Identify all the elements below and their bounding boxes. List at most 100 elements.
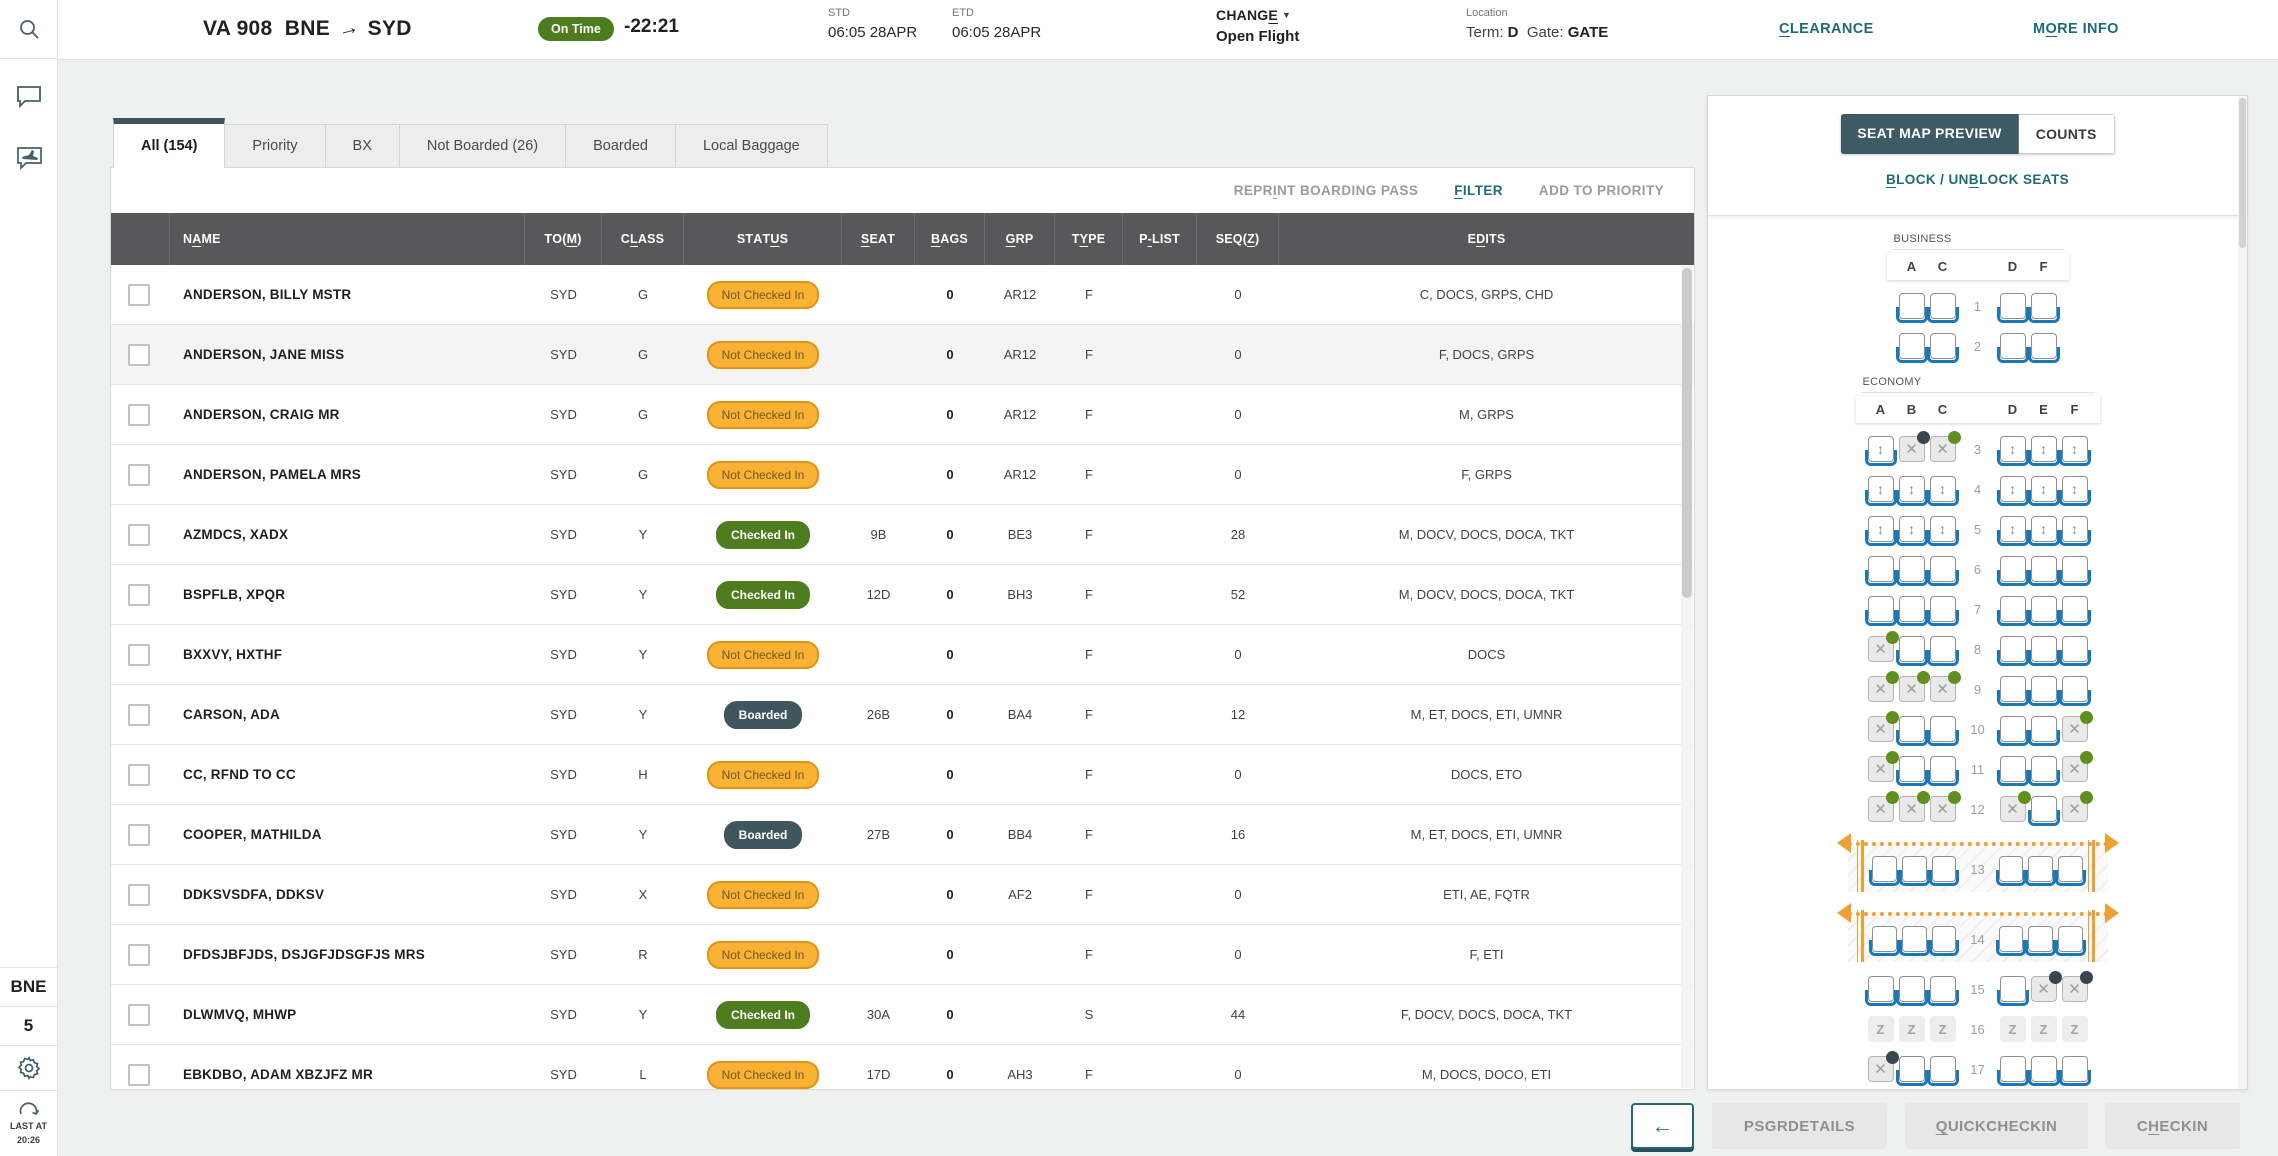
seat-4C[interactable]: ↕ <box>1930 476 1956 502</box>
table-row[interactable]: ANDERSON, CRAIG MRSYDGNot Checked In0AR1… <box>111 385 1694 445</box>
seat-7B[interactable] <box>1899 596 1925 622</box>
seat-6B[interactable] <box>1899 556 1925 582</box>
seat-7E[interactable] <box>2031 596 2057 622</box>
column-header-name[interactable]: NAME <box>170 213 525 265</box>
column-header-status[interactable]: STATUS <box>684 213 842 265</box>
seat-9A[interactable]: ✕ <box>1868 676 1894 702</box>
seat-14C[interactable] <box>1932 926 1957 952</box>
seatmap-scrollbar-thumb[interactable] <box>2239 98 2246 248</box>
seat-13E[interactable] <box>2028 856 2053 882</box>
seat-9D[interactable] <box>2000 676 2026 702</box>
seat-7D[interactable] <box>2000 596 2026 622</box>
seat-2F[interactable] <box>2031 333 2057 359</box>
quick-check-in-button[interactable]: QUICK CHECK IN <box>1905 1103 2088 1149</box>
table-row[interactable]: CC, RFND TO CCSYDHNot Checked In0F0DOCS,… <box>111 745 1694 805</box>
row-checkbox[interactable] <box>128 404 150 426</box>
list-scrollbar[interactable] <box>1681 266 1693 1088</box>
seat-1C[interactable] <box>1930 293 1956 319</box>
seat-7F[interactable] <box>2062 596 2088 622</box>
seat-13F[interactable] <box>2058 856 2083 882</box>
seat-17D[interactable] <box>2000 1056 2026 1082</box>
seat-12E[interactable] <box>2031 796 2057 822</box>
seat-15A[interactable] <box>1868 976 1894 1002</box>
column-header-class[interactable]: CLASS <box>602 213 684 265</box>
seat-3D[interactable]: ↕ <box>2000 436 2026 462</box>
more-info-button[interactable]: MORE INFO <box>2033 21 2119 37</box>
seat-10D[interactable] <box>2000 716 2026 742</box>
change-dropdown[interactable]: CHANGE ▼ <box>1216 7 1299 23</box>
seat-2C[interactable] <box>1930 333 1956 359</box>
seat-12C[interactable]: ✕ <box>1930 796 1956 822</box>
seat-17B[interactable] <box>1899 1056 1925 1082</box>
column-header-seat[interactable]: SEAT <box>842 213 915 265</box>
table-row[interactable]: COOPER, MATHILDASYDYBoarded27B0BB4F16M, … <box>111 805 1694 865</box>
seat-12D[interactable]: ✕ <box>2000 796 2026 822</box>
seat-14B[interactable] <box>1902 926 1927 952</box>
seat-9C[interactable]: ✕ <box>1930 676 1956 702</box>
seat-9F[interactable] <box>2062 676 2088 702</box>
seat-13B[interactable] <box>1902 856 1927 882</box>
row-checkbox[interactable] <box>128 524 150 546</box>
seat-8D[interactable] <box>2000 636 2026 662</box>
seat-3C[interactable]: ✕ <box>1930 436 1956 462</box>
tab-boarded[interactable]: Boarded <box>565 124 676 168</box>
column-header-edits[interactable]: EDITS <box>1279 213 1694 265</box>
seat-15F[interactable]: ✕ <box>2062 976 2088 1002</box>
row-checkbox[interactable] <box>128 344 150 366</box>
column-header-seq-z-[interactable]: SEQ (Z) <box>1197 213 1279 265</box>
seat-10A[interactable]: ✕ <box>1868 716 1894 742</box>
seat-6C[interactable] <box>1930 556 1956 582</box>
check-in-button[interactable]: CHECK IN <box>2105 1103 2240 1149</box>
action-add-to-priority[interactable]: ADD TO PRIORITY <box>1539 183 1664 198</box>
column-header-grp[interactable]: GRP <box>985 213 1055 265</box>
row-checkbox[interactable] <box>128 824 150 846</box>
seat-7A[interactable] <box>1868 596 1894 622</box>
seat-10C[interactable] <box>1930 716 1956 742</box>
seat-9B[interactable]: ✕ <box>1899 676 1925 702</box>
seat-4A[interactable]: ↕ <box>1868 476 1894 502</box>
seat-8E[interactable] <box>2031 636 2057 662</box>
action-filter[interactable]: FILTER <box>1454 183 1503 198</box>
seat-12F[interactable]: ✕ <box>2062 796 2088 822</box>
tab-bx[interactable]: BX <box>325 124 400 168</box>
settings-button[interactable] <box>0 1045 57 1090</box>
seat-10E[interactable] <box>2031 716 2057 742</box>
seat-3F[interactable]: ↕ <box>2062 436 2088 462</box>
seat-2D[interactable] <box>2000 333 2026 359</box>
counts-button[interactable]: COUNTS <box>2019 114 2115 154</box>
seat-5D[interactable]: ↕ <box>2000 516 2026 542</box>
block-unblock-seats-button[interactable]: BLOCK / UNBLOCK SEATS <box>1708 172 2247 187</box>
row-checkbox[interactable] <box>128 1064 150 1086</box>
row-checkbox[interactable] <box>128 944 150 966</box>
tab-priority[interactable]: Priority <box>224 124 325 168</box>
seat-5E[interactable]: ↕ <box>2031 516 2057 542</box>
seat-map-preview-button[interactable]: SEAT MAP PREVIEW <box>1840 114 2018 154</box>
row-checkbox[interactable] <box>128 704 150 726</box>
seat-1F[interactable] <box>2031 293 2057 319</box>
table-row[interactable]: DFDSJBFJDS, DSJGFJDSGFJS MRSSYDRNot Chec… <box>111 925 1694 985</box>
seat-10F[interactable]: ✕ <box>2062 716 2088 742</box>
seat-15D[interactable] <box>2000 976 2026 1002</box>
seat-14E[interactable] <box>2028 926 2053 952</box>
seatmap-scrollbar[interactable] <box>2238 96 2247 1089</box>
seat-7C[interactable] <box>1930 596 1956 622</box>
seat-11E[interactable] <box>2031 756 2057 782</box>
table-row[interactable]: CARSON, ADASYDYBoarded26B0BA4F12M, ET, D… <box>111 685 1694 745</box>
scrollbar-thumb[interactable] <box>1682 268 1692 598</box>
table-row[interactable]: ANDERSON, JANE MISSSYDGNot Checked In0AR… <box>111 325 1694 385</box>
seat-12B[interactable]: ✕ <box>1899 796 1925 822</box>
seat-9E[interactable] <box>2031 676 2057 702</box>
seat-14A[interactable] <box>1872 926 1897 952</box>
seat-14D[interactable] <box>1999 926 2024 952</box>
tab-local-baggage[interactable]: Local Baggage <box>675 124 828 168</box>
seat-6D[interactable] <box>2000 556 2026 582</box>
seat-8A[interactable]: ✕ <box>1868 636 1894 662</box>
seat-8B[interactable] <box>1899 636 1925 662</box>
row-checkbox[interactable] <box>128 644 150 666</box>
seat-11B[interactable] <box>1899 756 1925 782</box>
seat-16B[interactable]: Z <box>1899 1016 1925 1042</box>
seat-14F[interactable] <box>2058 926 2083 952</box>
seat-15B[interactable] <box>1899 976 1925 1002</box>
seat-6F[interactable] <box>2062 556 2088 582</box>
seat-13A[interactable] <box>1872 856 1897 882</box>
